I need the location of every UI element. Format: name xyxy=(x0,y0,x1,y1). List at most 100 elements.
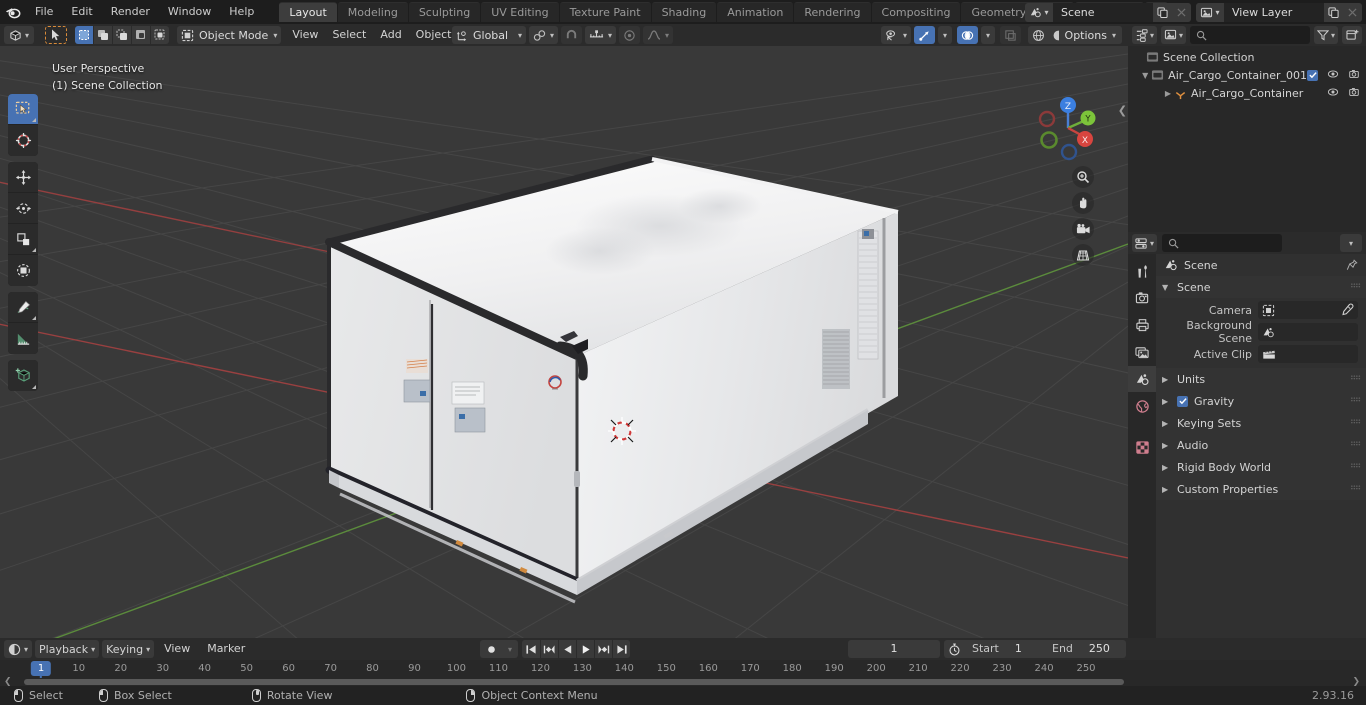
outliner-display-mode[interactable]: ▾ xyxy=(1161,26,1187,44)
proportional-edit-toggle[interactable] xyxy=(619,26,641,44)
select-set-icon[interactable] xyxy=(75,26,94,44)
collection-checkbox[interactable] xyxy=(1307,69,1318,81)
topbar-menu-window[interactable]: Window xyxy=(159,2,220,22)
properties-tab-scene[interactable] xyxy=(1128,366,1156,392)
expander-icon[interactable]: ▼ xyxy=(1162,283,1171,292)
viewport-toolbar[interactable] xyxy=(8,94,38,397)
record-dot-icon[interactable] xyxy=(480,640,502,658)
next-keyframe-icon[interactable] xyxy=(594,640,612,658)
property-field[interactable] xyxy=(1258,323,1358,341)
tool-move[interactable] xyxy=(8,162,38,193)
workspace-tab-uv-editing[interactable]: UV Editing xyxy=(481,2,559,22)
select-intersect-icon[interactable] xyxy=(151,26,170,44)
workspace-tab-animation[interactable]: Animation xyxy=(717,2,794,22)
outliner-filter-button[interactable]: ▾ xyxy=(1313,26,1338,44)
properties-editor-type[interactable]: ▾ xyxy=(1132,234,1158,252)
workspace-tab-modeling[interactable]: Modeling xyxy=(337,2,408,22)
navigation-gizmo[interactable]: Z Y X xyxy=(1030,90,1106,166)
viewport-menu-select[interactable]: Select xyxy=(325,26,373,44)
tool-tweak[interactable] xyxy=(8,94,38,125)
sidebar-toggle-arrow[interactable]: ❮ xyxy=(1118,104,1127,117)
expander-icon[interactable]: ▶ xyxy=(1162,441,1171,450)
tool-annotate[interactable] xyxy=(8,292,38,323)
select-extend-icon[interactable] xyxy=(94,26,113,44)
outliner-row[interactable]: Scene Collection xyxy=(1128,48,1366,66)
new-collection-icon[interactable] xyxy=(1342,26,1362,44)
properties-panel-header[interactable]: ▶ Rigid Body World xyxy=(1156,456,1366,478)
outliner-search-input[interactable] xyxy=(1190,26,1310,44)
topbar-menu-help[interactable]: Help xyxy=(220,2,263,22)
duplicate-icon[interactable] xyxy=(1153,3,1172,22)
viewport-menu-view[interactable]: View xyxy=(285,26,325,44)
expander-icon[interactable]: ▼ xyxy=(1139,71,1151,80)
timeline-scrollbar-track[interactable]: ❮ ❯ xyxy=(0,677,1366,687)
prev-keyframe-icon[interactable] xyxy=(540,640,558,658)
workspace-tab-texture-paint[interactable]: Texture Paint xyxy=(559,2,651,22)
play-reverse-icon[interactable] xyxy=(558,640,576,658)
record-dropdown[interactable]: ▾ xyxy=(502,640,518,658)
transform-orientation-selector[interactable]: Global ▾ xyxy=(452,26,526,44)
visibility-selector[interactable]: ▾ xyxy=(880,26,911,44)
tool-rotate[interactable] xyxy=(8,193,38,224)
scene-name-field[interactable]: Scene xyxy=(1053,3,1153,22)
viewport-3d[interactable]: ▾ Object Mode ▾ View Select Add Object G… xyxy=(0,24,1128,638)
end-frame-field[interactable]: End 250 xyxy=(1044,640,1126,658)
gizmo-dropdown[interactable]: ▾ xyxy=(938,26,952,44)
viewport-menu-add[interactable]: Add xyxy=(373,26,408,44)
properties-panel-header[interactable]: ▶ Units xyxy=(1156,368,1366,390)
properties-panel-header[interactable]: ▶ Custom Properties xyxy=(1156,478,1366,500)
expander-icon[interactable]: ▶ xyxy=(1162,485,1171,494)
properties-options-dropdown[interactable]: ▾ xyxy=(1340,234,1362,252)
pin-icon[interactable] xyxy=(1346,259,1358,271)
expander-icon[interactable]: ▶ xyxy=(1162,397,1171,406)
property-field[interactable] xyxy=(1258,345,1358,363)
active-tool-indicator[interactable] xyxy=(45,26,68,44)
timeline-scrollbar[interactable] xyxy=(24,679,1124,685)
x-icon[interactable] xyxy=(1343,3,1362,22)
tool-transform[interactable] xyxy=(8,255,38,286)
viewport-options-button[interactable]: Options ▾ xyxy=(1058,26,1122,44)
properties-search-input[interactable] xyxy=(1162,234,1283,252)
expander-icon[interactable]: ▶ xyxy=(1162,375,1171,384)
workspace-tab-shading[interactable]: Shading xyxy=(651,2,717,22)
timeline-frame-ruler[interactable]: 10 20 30 40 50 60 70 80 90 100 110 120 130 140 150 160 1… xyxy=(0,660,1366,679)
view-layer-selector[interactable]: ▾ View Layer xyxy=(1196,3,1362,22)
properties-editor[interactable]: ▾ ▾ Scene ▼ Scene Camera Background Scen… xyxy=(1128,232,1366,638)
timeline-editor[interactable]: ▾ Playback ▾ Keying ▾ View Marker ▾ 1 St… xyxy=(0,638,1366,687)
start-frame-field[interactable]: Start 1 xyxy=(964,640,1044,658)
stopwatch-icon[interactable] xyxy=(944,640,964,658)
tool-scale[interactable] xyxy=(8,224,38,255)
property-field[interactable] xyxy=(1258,301,1358,319)
tool-cursor[interactable] xyxy=(8,125,38,156)
workspace-tab-rendering[interactable]: Rendering xyxy=(794,2,871,22)
properties-tab-render[interactable] xyxy=(1128,285,1156,311)
transport-group[interactable]: ▾ xyxy=(480,640,630,658)
current-frame-field[interactable]: 1 xyxy=(848,640,940,658)
tool-add-cube[interactable] xyxy=(8,360,38,391)
select-mode-group[interactable] xyxy=(75,26,170,44)
blender-logo-icon[interactable] xyxy=(0,0,26,24)
scene-selector[interactable]: ▾ Scene xyxy=(1025,3,1191,22)
properties-content[interactable]: Scene ▼ Scene Camera Background Scene Active… xyxy=(1156,254,1366,638)
properties-tab-output[interactable] xyxy=(1128,312,1156,338)
timeline-editor-type[interactable]: ▾ xyxy=(4,640,33,658)
viewport-nav-buttons[interactable] xyxy=(1072,166,1094,266)
play-icon[interactable] xyxy=(576,640,594,658)
outliner-row[interactable]: ▶ Air_Cargo_Container xyxy=(1128,84,1366,102)
properties-tab-texture[interactable] xyxy=(1128,434,1156,460)
visibility-eye-icon[interactable] xyxy=(1327,68,1339,83)
overlays-dropdown[interactable]: ▾ xyxy=(981,26,995,44)
viewport-canvas[interactable]: User Perspective (1) Scene Collection Z … xyxy=(0,46,1128,638)
select-subtract-icon[interactable] xyxy=(113,26,132,44)
topbar-menu-edit[interactable]: Edit xyxy=(62,2,101,22)
properties-panel-header[interactable]: ▼ Scene xyxy=(1156,276,1366,298)
outliner-editor-type[interactable]: ▾ xyxy=(1132,26,1158,44)
snap-settings[interactable]: ▾ xyxy=(585,26,617,44)
timeline-marker-menu[interactable]: Marker xyxy=(200,640,252,658)
tool-measure[interactable] xyxy=(8,323,38,354)
mode-selector[interactable]: Object Mode ▾ xyxy=(177,26,282,44)
timeline-playhead[interactable]: 1 xyxy=(30,661,52,679)
perspective-toggle-icon[interactable] xyxy=(1072,244,1094,266)
duplicate-icon[interactable] xyxy=(1324,3,1343,22)
gravity-checkbox[interactable] xyxy=(1177,395,1188,407)
